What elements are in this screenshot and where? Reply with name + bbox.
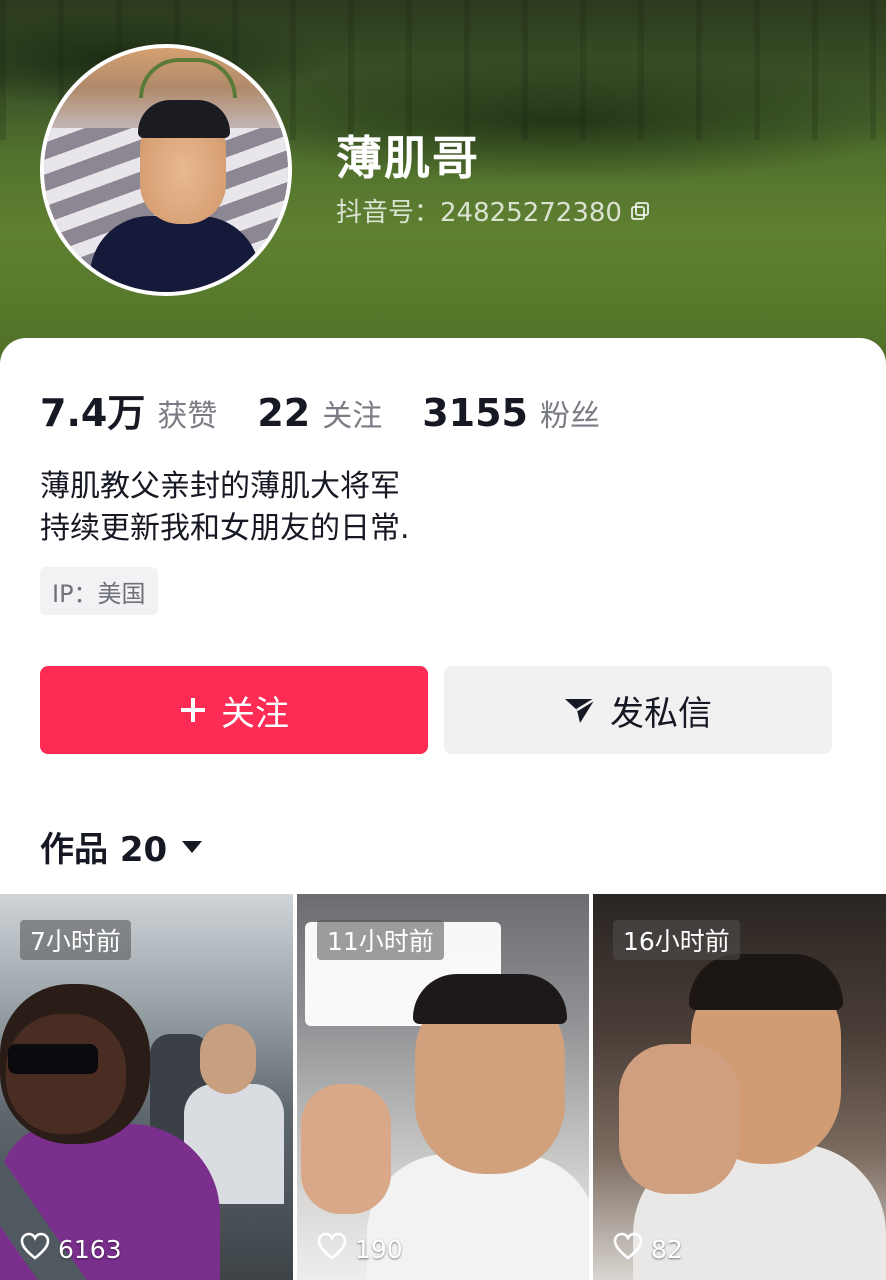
stat-following-label: 关注 [322, 399, 383, 434]
video-likes: 6163 [20, 1232, 122, 1266]
send-icon [564, 696, 596, 724]
ip-location-badge: IP：美国 [40, 567, 158, 615]
stat-followers[interactable]: 3155 粉丝 [422, 391, 600, 435]
stat-likes[interactable]: 7.4万 获赞 [40, 382, 217, 437]
video-likes: 190 [317, 1232, 403, 1266]
heart-icon [20, 1232, 50, 1266]
avatar-shirt [90, 216, 260, 292]
copy-icon[interactable] [630, 201, 650, 221]
stat-following[interactable]: 22 关注 [257, 391, 382, 435]
profile-name: 薄肌哥 [336, 131, 480, 185]
avatar-hair [138, 100, 230, 138]
thumb-man-hair [413, 974, 567, 1024]
thumb-man-hand [619, 1044, 739, 1194]
bio-line-2: 持续更新我和女朋友的日常. [40, 511, 410, 546]
tab-works-label: 作品 20 [40, 830, 168, 870]
thumb-driver-head [200, 1024, 256, 1094]
plus-icon [179, 696, 207, 724]
message-button-label: 发私信 [610, 693, 712, 734]
thumb-sunglasses [8, 1044, 98, 1074]
avatar[interactable] [40, 44, 292, 296]
heart-icon [613, 1232, 643, 1266]
video-thumbnail[interactable]: 7小时前 6163 [0, 894, 293, 1280]
video-likes-count: 190 [355, 1234, 403, 1264]
stat-following-value: 22 [257, 391, 311, 435]
video-time-tag: 7小时前 [20, 920, 131, 960]
video-grid: 7小时前 6163 11小时前 190 16小时前 82 [0, 894, 886, 1280]
thumb-man-hand [301, 1084, 391, 1214]
video-likes-count: 82 [651, 1234, 683, 1264]
video-thumbnail[interactable]: 11小时前 190 [297, 894, 589, 1280]
stats-row: 7.4万 获赞 22 关注 3155 粉丝 [40, 382, 640, 437]
stat-followers-label: 粉丝 [539, 399, 600, 434]
message-button[interactable]: 发私信 [444, 666, 832, 754]
avatar-arch [139, 58, 237, 98]
stat-likes-label: 获赞 [157, 399, 218, 434]
video-thumbnail[interactable]: 16小时前 82 [593, 894, 886, 1280]
douyin-id[interactable]: 抖音号：24825272380 [336, 192, 650, 229]
stat-followers-value: 3155 [422, 391, 528, 435]
profile-bio: 薄肌教父亲封的薄肌大将军 持续更新我和女朋友的日常. [40, 466, 410, 550]
video-likes-count: 6163 [58, 1234, 122, 1264]
stat-likes-value: 7.4万 [40, 391, 146, 435]
video-time-tag: 11小时前 [317, 920, 444, 960]
thumb-woman-face [6, 1014, 126, 1134]
video-likes: 82 [613, 1232, 683, 1266]
follow-button-label: 关注 [221, 693, 289, 734]
thumb-man-hair [689, 954, 843, 1010]
douyin-id-text: 抖音号：24825272380 [336, 198, 622, 228]
follow-button[interactable]: 关注 [40, 666, 428, 754]
video-time-tag: 16小时前 [613, 920, 740, 960]
heart-icon [317, 1232, 347, 1266]
bio-line-1: 薄肌教父亲封的薄肌大将军 [40, 469, 400, 504]
caret-down-icon [181, 840, 203, 854]
tab-works[interactable]: 作品 20 [40, 822, 203, 871]
profile-banner: 薄肌哥 抖音号：24825272380 [0, 0, 886, 370]
